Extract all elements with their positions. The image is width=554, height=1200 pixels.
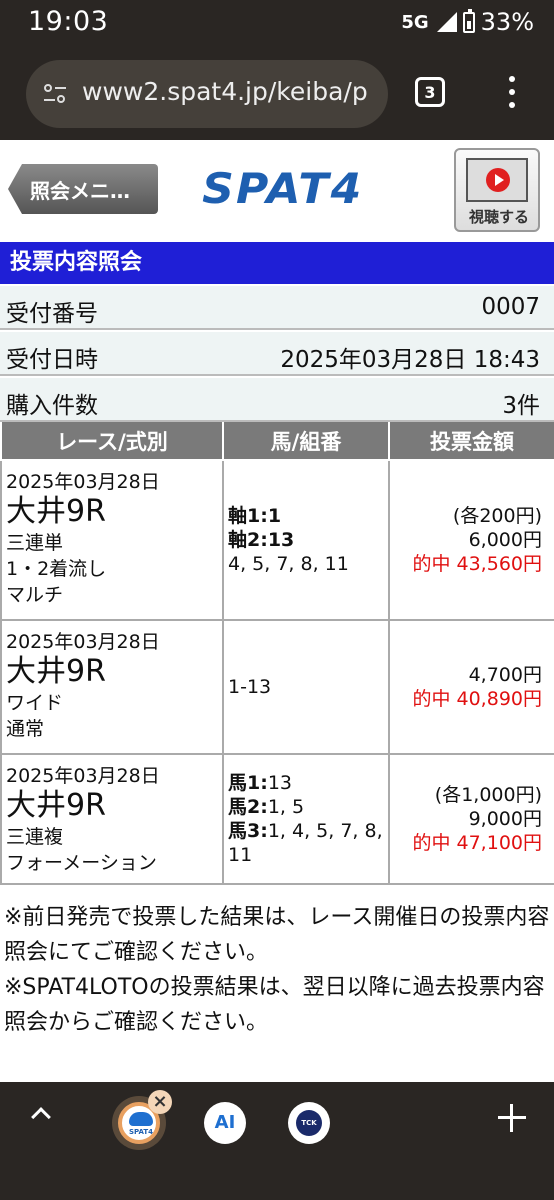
site-header: 照会メニ… SPAT4 視聴する (0, 140, 554, 240)
spat4-favicon-icon (129, 1112, 153, 1126)
race-cell: 2025年03月28日 大井9R 三連複 フォーメーション (0, 753, 224, 885)
bet-method: フォーメーション (6, 852, 157, 874)
amount-cell: (各200円) 6,000円 的中 43,560円 (388, 459, 554, 621)
race-date: 2025年03月28日 (6, 765, 160, 787)
site-settings-icon[interactable] (44, 84, 66, 104)
race-date: 2025年03月28日 (6, 631, 160, 653)
more-menu-icon[interactable] (502, 72, 522, 112)
url-text[interactable]: www2.spat4.jp/keiba/p (82, 77, 368, 106)
combo-plain: 1-13 (228, 676, 272, 698)
watch-label: 視聴する (468, 208, 529, 226)
new-tab-icon[interactable] (498, 1104, 526, 1132)
info-label: 購入件数 (6, 393, 98, 419)
tab-ai[interactable]: AI (204, 1102, 246, 1144)
combo-label: 馬2: (228, 796, 268, 818)
bet-method: 1・2着流し (6, 558, 107, 580)
combination-cell: 1-13 (222, 619, 390, 755)
spat4-logo: SPAT4 (202, 164, 364, 213)
info-label: 受付日時 (6, 347, 98, 373)
browser-toolbar: www2.spat4.jp/keiba/p 3 (0, 48, 554, 140)
info-value: 2025年03月28日 18:43 (280, 347, 540, 373)
status-icons: 5G 33% (401, 8, 534, 36)
table-row: 2025年03月28日 大井9R ワイド 通常 1-13 4,700円 的中 4… (0, 619, 554, 755)
combination-cell: 軸1:1 軸2:13 4, 5, 7, 8, 11 (222, 459, 390, 621)
info-row-receipt-datetime: 受付日時 2025年03月28日 18:43 (0, 332, 554, 376)
combo-label: 馬1: (228, 772, 268, 794)
back-to-menu-button[interactable]: 照会メニ… (8, 164, 158, 214)
bet-method-sub: マルチ (6, 584, 64, 606)
battery-icon (462, 8, 475, 33)
race-venue: 大井9R (6, 788, 106, 823)
info-value: 0007 (481, 294, 540, 320)
video-play-icon (466, 158, 528, 202)
bet-amount: 9,000円 (468, 808, 542, 830)
table-row: 2025年03月28日 大井9R 三連単 1・2着流し マルチ 軸1:1 軸2:… (0, 459, 554, 621)
info-row-receipt-number: 受付番号 0007 (0, 286, 554, 330)
combo-value: 1, 4, 5, 7, 8, (267, 820, 383, 842)
page-title: 投票内容照会 (0, 242, 554, 284)
bet-type: 三連複 (6, 826, 64, 848)
tab-tck[interactable]: TCK (288, 1102, 330, 1144)
info-value: 3件 (502, 393, 540, 419)
note-text: ※SPAT4LOTOの投票結果は、翌日以降に過去投票内容照会からご確認ください。 (4, 975, 545, 1035)
combo-label: 軸2: (228, 529, 268, 551)
combo-plain: 4, 5, 7, 8, 11 (228, 553, 349, 575)
unit-price: (各1,000円) (434, 784, 542, 806)
close-tab-icon[interactable]: × (148, 1090, 172, 1114)
info-label: 受付番号 (6, 301, 98, 327)
chevron-up-icon[interactable] (31, 1107, 51, 1127)
column-header-race: レース/式別 (0, 422, 224, 461)
battery-percent: 33% (480, 8, 534, 36)
race-venue: 大井9R (6, 654, 106, 689)
watch-video-button[interactable]: 視聴する (454, 148, 540, 232)
tab-caption: TCK (296, 1110, 322, 1136)
url-bar[interactable]: www2.spat4.jp/keiba/p (26, 60, 388, 128)
race-cell: 2025年03月28日 大井9R ワイド 通常 (0, 619, 224, 755)
bet-type: 三連単 (6, 532, 64, 554)
tab-group-bar: SPAT4 × AI TCK (0, 1082, 554, 1200)
combo-label: 馬3: (228, 820, 268, 842)
combo-value: 13 (267, 529, 295, 551)
bet-method: 通常 (6, 718, 45, 740)
info-row-purchase-count: 購入件数 3件 (0, 378, 554, 422)
note-text: ※前日発売で投票した結果は、レース開催日の投票内容照会にてご確認ください。 (4, 905, 550, 965)
combo-label: 軸1: (228, 505, 268, 527)
bet-type: ワイド (6, 692, 64, 714)
payout-hit: 的中 43,560円 (412, 553, 542, 575)
web-page: 照会メニ… SPAT4 視聴する 投票内容照会 受付番号 0007 受付日時 2… (0, 140, 554, 1082)
signal-icon (436, 12, 457, 32)
combo-value: 1, 5 (267, 796, 305, 818)
race-cell: 2025年03月28日 大井9R 三連単 1・2着流し マルチ (0, 459, 224, 621)
amount-cell: (各1,000円) 9,000円 的中 47,100円 (388, 753, 554, 885)
combo-plain: 11 (228, 844, 253, 866)
unit-price: (各200円) (452, 505, 542, 527)
status-bar: 19:03 5G 33% (0, 0, 554, 48)
tab-caption: SPAT4 (128, 1128, 154, 1136)
table-row: 2025年03月28日 大井9R 三連複 フォーメーション 馬1:13 馬2:1… (0, 753, 554, 885)
race-date: 2025年03月28日 (6, 471, 160, 493)
combination-cell: 馬1:13 馬2:1, 5 馬3:1, 4, 5, 7, 8, 11 (222, 753, 390, 885)
notes: ※前日発売で投票した結果は、レース開催日の投票内容照会にてご確認ください。 ※S… (4, 900, 552, 1040)
bet-amount: 4,700円 (468, 664, 542, 686)
combo-value: 1 (267, 505, 282, 527)
payout-hit: 的中 40,890円 (412, 688, 542, 710)
network-label: 5G (401, 11, 429, 33)
bets-table: レース/式別 馬/組番 投票金額 2025年03月28日 大井9R 三連単 1・… (0, 422, 554, 885)
amount-cell: 4,700円 的中 40,890円 (388, 619, 554, 755)
status-time: 19:03 (28, 6, 109, 37)
race-venue: 大井9R (6, 494, 106, 529)
column-header-combination: 馬/組番 (222, 422, 390, 461)
column-header-amount: 投票金額 (388, 422, 554, 461)
tab-switcher-button[interactable]: 3 (415, 77, 445, 107)
payout-hit: 的中 47,100円 (412, 832, 542, 854)
bet-amount: 6,000円 (468, 529, 542, 551)
combo-value: 13 (267, 772, 293, 794)
